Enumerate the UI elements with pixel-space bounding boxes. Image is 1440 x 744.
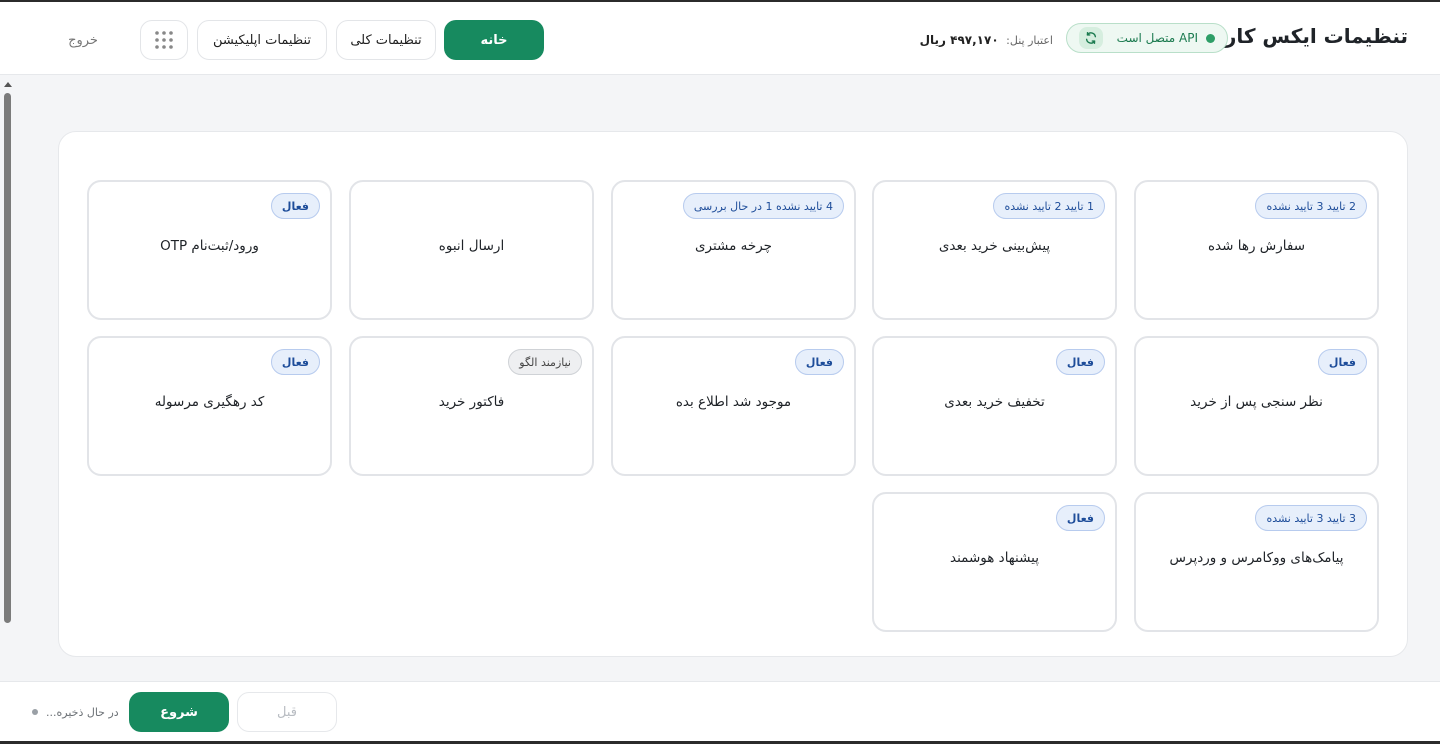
exit-button[interactable]: خروج: [58, 20, 108, 60]
card-title: موجود شد اطلاع بده: [675, 394, 792, 410]
card-title: پیش‌بینی خرید بعدی: [938, 238, 1051, 254]
apps-grid-button[interactable]: [140, 20, 188, 60]
header: تنظیمات ایکس کارت API متصل است اعتبار پن…: [0, 2, 1440, 75]
api-status-badge: API متصل است: [1066, 23, 1228, 53]
start-button[interactable]: شروع: [129, 692, 229, 732]
status-badge: فعال: [1055, 349, 1105, 375]
card-title: ارسال انبوه: [438, 238, 505, 254]
status-badge: 4 تایید نشده 1 در حال بررسی: [682, 193, 844, 219]
card-title: ورود/ثبت‌نام OTP: [160, 238, 259, 254]
status-badge: 1 تایید 2 تایید نشده: [993, 193, 1105, 219]
previous-button[interactable]: قبل: [237, 692, 337, 732]
scrollbar-thumb[interactable]: [4, 93, 11, 623]
card-smart-suggestion[interactable]: فعال پیشنهاد هوشمند: [872, 492, 1117, 632]
card-back-in-stock[interactable]: فعال موجود شد اطلاع بده: [611, 336, 856, 476]
card-abandoned-order[interactable]: 2 تایید 3 تایید نشده سفارش رها شده: [1134, 180, 1379, 320]
status-dot-icon: [1206, 33, 1215, 43]
saving-text: در حال ذخیره...: [46, 705, 119, 719]
general-settings-button[interactable]: تنظیمات کلی: [336, 20, 436, 60]
card-bulk-send[interactable]: ارسال انبوه: [349, 180, 594, 320]
card-title: چرخه مشتری: [694, 238, 773, 254]
api-status-text: API متصل است: [1116, 31, 1198, 45]
card-title: نظر سنجی پس از خرید: [1190, 394, 1323, 410]
saving-dot-icon: [32, 709, 38, 715]
status-badge: نیازمند الگو: [508, 349, 582, 375]
credit-value: ۴۹۷,۱۷۰ ریال: [919, 33, 999, 47]
footer-bar: شروع قبل در حال ذخیره...: [0, 681, 1440, 741]
saving-indicator: در حال ذخیره...: [32, 703, 122, 721]
status-badge: 2 تایید 3 تایید نشده: [1255, 193, 1367, 219]
refresh-icon[interactable]: [1079, 27, 1103, 49]
features-panel: 2 تایید 3 تایید نشده سفارش رها شده 1 تای…: [58, 131, 1408, 657]
status-badge: فعال: [270, 349, 320, 375]
credit-label: اعتبار پنل:: [1006, 34, 1053, 47]
panel-credit: اعتبار پنل: ۴۹۷,۱۷۰ ریال: [920, 33, 1053, 51]
page-title: تنظیمات ایکس کارت: [1204, 24, 1408, 48]
app-settings-button[interactable]: تنظیمات اپلیکیشن: [197, 20, 327, 60]
card-title: کد رهگیری مرسوله: [154, 394, 265, 410]
card-post-purchase-survey[interactable]: فعال نظر سنجی پس از خرید: [1134, 336, 1379, 476]
home-button[interactable]: خانه: [444, 20, 544, 60]
grid-icon: [155, 31, 173, 49]
card-next-purchase-discount[interactable]: فعال تخفیف خرید بعدی: [872, 336, 1117, 476]
card-woocommerce-sms[interactable]: 3 تایید 3 تایید نشده پیامک‌های ووکامرس و…: [1134, 492, 1379, 632]
card-title: پیشنهاد هوشمند: [950, 550, 1039, 566]
status-badge: فعال: [1055, 505, 1105, 531]
card-otp-login[interactable]: فعال ورود/ثبت‌نام OTP: [87, 180, 332, 320]
card-title: سفارش رها شده: [1207, 238, 1306, 254]
status-badge: فعال: [1317, 349, 1367, 375]
card-customer-lifecycle[interactable]: 4 تایید نشده 1 در حال بررسی چرخه مشتری: [611, 180, 856, 320]
card-title: پیامک‌های ووکامرس و وردپرس: [1169, 550, 1344, 566]
card-purchase-invoice[interactable]: نیازمند الگو فاکتور خرید: [349, 336, 594, 476]
scroll-up-icon[interactable]: [3, 80, 13, 88]
card-tracking-code[interactable]: فعال کد رهگیری مرسوله: [87, 336, 332, 476]
card-title: فاکتور خرید: [438, 394, 505, 410]
status-badge: فعال: [270, 193, 320, 219]
card-next-purchase-prediction[interactable]: 1 تایید 2 تایید نشده پیش‌بینی خرید بعدی: [872, 180, 1117, 320]
card-title: تخفیف خرید بعدی: [944, 394, 1045, 410]
status-badge: 3 تایید 3 تایید نشده: [1255, 505, 1367, 531]
status-badge: فعال: [794, 349, 844, 375]
